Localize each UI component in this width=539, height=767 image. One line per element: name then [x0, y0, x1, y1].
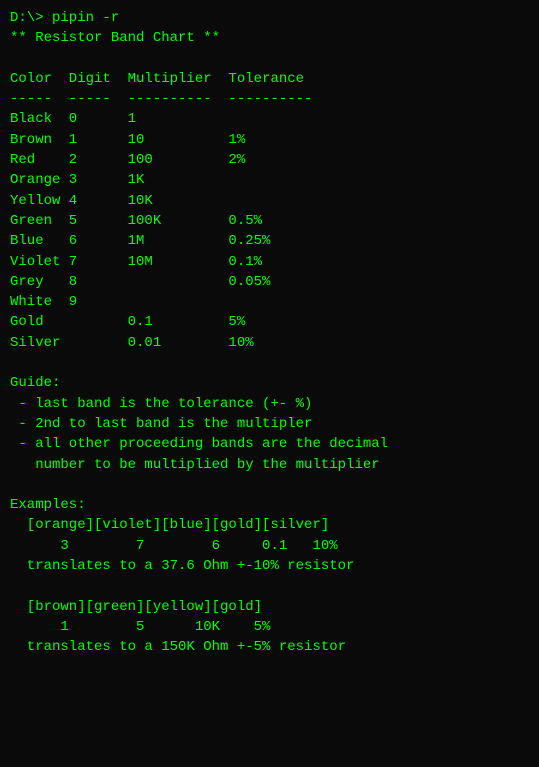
terminal-line	[10, 353, 529, 373]
terminal-line: - last band is the tolerance (+- %)	[10, 394, 529, 414]
terminal-line: - all other proceeding bands are the dec…	[10, 434, 529, 454]
terminal-line: 3 7 6 0.1 10%	[10, 536, 529, 556]
terminal-line: Blue 6 1M 0.25%	[10, 231, 529, 251]
terminal-line: translates to a 150K Ohm +-5% resistor	[10, 637, 529, 657]
terminal-line	[10, 576, 529, 596]
terminal-line	[10, 475, 529, 495]
terminal-line: Brown 1 10 1%	[10, 130, 529, 150]
terminal-line: [orange][violet][blue][gold][silver]	[10, 515, 529, 535]
terminal-line: Grey 8 0.05%	[10, 272, 529, 292]
terminal-line: D:\> pipin -r	[10, 8, 529, 28]
terminal-line: number to be multiplied by the multiplie…	[10, 455, 529, 475]
terminal-line: Guide:	[10, 373, 529, 393]
terminal-line: Silver 0.01 10%	[10, 333, 529, 353]
terminal-line: Orange 3 1K	[10, 170, 529, 190]
terminal-line: translates to a 37.6 Ohm +-10% resistor	[10, 556, 529, 576]
terminal-line: Red 2 100 2%	[10, 150, 529, 170]
terminal-line: - 2nd to last band is the multipler	[10, 414, 529, 434]
terminal-line: Gold 0.1 5%	[10, 312, 529, 332]
terminal-line: 1 5 10K 5%	[10, 617, 529, 637]
terminal-line: ** Resistor Band Chart **	[10, 28, 529, 48]
terminal-line	[10, 49, 529, 69]
terminal-line: Green 5 100K 0.5%	[10, 211, 529, 231]
terminal-line: [brown][green][yellow][gold]	[10, 597, 529, 617]
terminal-line: White 9	[10, 292, 529, 312]
terminal-line: Black 0 1	[10, 109, 529, 129]
terminal-line: Examples:	[10, 495, 529, 515]
terminal-output: D:\> pipin -r** Resistor Band Chart ** C…	[10, 8, 529, 658]
terminal-line: ----- ----- ---------- ----------	[10, 89, 529, 109]
terminal-line: Violet 7 10M 0.1%	[10, 252, 529, 272]
terminal-line: Yellow 4 10K	[10, 191, 529, 211]
terminal-line: Color Digit Multiplier Tolerance	[10, 69, 529, 89]
